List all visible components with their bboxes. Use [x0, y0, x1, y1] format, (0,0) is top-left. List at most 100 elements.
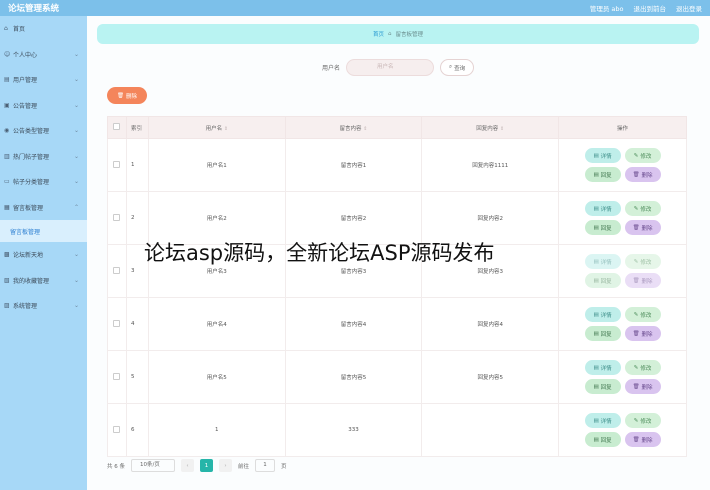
doc-icon: ▤	[593, 205, 599, 212]
sidebar-item-label: 帖子分类管理	[13, 179, 50, 187]
cell-username: 用户名1	[147, 138, 286, 192]
row-checkbox-cell	[107, 138, 127, 192]
reply-button[interactable]: ▤ 回复	[584, 220, 621, 235]
edit-button[interactable]: ✎ 修改	[624, 201, 661, 216]
reply-icon: ▤	[593, 171, 599, 178]
sidebar-item-profile[interactable]: ☺ 个人中心 ⌄	[0, 42, 87, 68]
prev-page-button[interactable]: ‹	[181, 459, 194, 472]
cell-ops: ▤ 详情 ✎ 修改 ▤ 回复 🗑 删除	[558, 244, 687, 298]
delete-button[interactable]: 🗑 删除	[624, 220, 661, 235]
goto-page-input[interactable]: 1	[255, 459, 276, 472]
table-row: 1 用户名1 留言内容1 回复内容1111 ▤ 详情 ✎ 修改 ▤ 回复 🗑 删除	[107, 138, 687, 192]
pencil-icon: ✎	[633, 152, 639, 159]
detail-button[interactable]: ▤ 详情	[584, 201, 621, 216]
chevron-down-icon: ⌄	[73, 152, 79, 160]
row-checkbox-cell	[107, 191, 127, 245]
reply-button[interactable]: ▤ 回复	[584, 432, 621, 447]
trash-icon: 🗑	[632, 171, 640, 178]
delete-button[interactable]: 🗑 删除	[624, 167, 661, 182]
message-table: 索引 用户名 ⇕ 留言内容 ⇕ 回复内容 ⇕ 操作 1 用户名1 留言内容1 回…	[107, 116, 687, 457]
delete-button[interactable]: 🗑 删除	[624, 432, 661, 447]
breadcrumb: 首页 ⌂ 留言板管理	[97, 24, 699, 44]
reply-icon: ▤	[593, 330, 599, 337]
sidebar: ⌂ 首页 ☺ 个人中心 ⌄ ▤ 用户管理 ⌄ ▣ 公告管理 ⌄ ◉ 公告类型管理…	[0, 16, 87, 490]
sidebar-item-label: 个人中心	[13, 51, 38, 59]
reply-button[interactable]: ▤ 回复	[584, 379, 621, 394]
app-title: 论坛管理系统	[8, 4, 60, 14]
chevron-right-icon: ›	[224, 462, 227, 469]
sidebar-item-message-board[interactable]: ▦ 留言板管理 ⌃	[0, 195, 87, 221]
search-input[interactable]: 用户名	[346, 59, 435, 76]
row-checkbox[interactable]	[113, 160, 121, 168]
pencil-icon: ✎	[633, 311, 639, 318]
page-unit: 页	[281, 463, 287, 470]
reply-button[interactable]: ▤ 回复	[584, 273, 621, 288]
detail-button[interactable]: ▤ 详情	[584, 413, 621, 428]
row-checkbox[interactable]	[113, 425, 121, 433]
edit-button[interactable]: ✎ 修改	[624, 307, 661, 322]
breadcrumb-home[interactable]: 首页	[373, 30, 384, 38]
delete-button[interactable]: 🗑 删除	[624, 379, 661, 394]
sidebar-item-users[interactable]: ▤ 用户管理 ⌄	[0, 67, 87, 93]
header-username[interactable]: 用户名 ⇕	[147, 116, 286, 139]
edit-button[interactable]: ✎ 修改	[624, 360, 661, 375]
cell-message: 留言内容1	[284, 138, 423, 192]
back-to-front-link[interactable]: 退出到前台	[634, 3, 667, 13]
chevron-down-icon: ⌄	[73, 76, 79, 84]
sort-icon[interactable]: ⇕	[363, 126, 367, 132]
sort-icon[interactable]: ⇕	[224, 126, 228, 132]
sidebar-item-notices[interactable]: ▣ 公告管理 ⌄	[0, 93, 87, 119]
row-checkbox[interactable]	[113, 213, 121, 221]
select-all-checkbox[interactable]	[113, 123, 121, 130]
sidebar-item-home[interactable]: ⌂ 首页	[0, 16, 87, 42]
next-page-button[interactable]: ›	[219, 459, 232, 472]
sidebar-item-hot-posts[interactable]: ▥ 热门帖子管理 ⌄	[0, 144, 87, 170]
row-checkbox[interactable]	[113, 372, 121, 380]
search-bar: 用户名 用户名 ⌕ 查询	[322, 59, 475, 76]
sidebar-item-favorites[interactable]: ▧ 我的收藏管理 ⌄	[0, 268, 87, 294]
trash-icon: 🗑	[632, 436, 640, 443]
batch-delete-button[interactable]: 🗑 删除	[107, 87, 147, 104]
forum-icon: ▩	[4, 251, 10, 259]
cell-ops: ▤ 详情 ✎ 修改 ▤ 回复 🗑 删除	[558, 138, 687, 192]
chevron-left-icon: ‹	[186, 462, 189, 469]
edit-button[interactable]: ✎ 修改	[624, 254, 661, 269]
edit-button[interactable]: ✎ 修改	[624, 148, 661, 163]
detail-button[interactable]: ▤ 详情	[584, 307, 621, 322]
header-message[interactable]: 留言内容 ⇕	[284, 116, 423, 139]
row-checkbox[interactable]	[113, 266, 121, 274]
chevron-down-icon: ⌄	[73, 50, 79, 58]
delete-button[interactable]: 🗑 删除	[624, 273, 661, 288]
reply-button[interactable]: ▤ 回复	[584, 326, 621, 341]
detail-button[interactable]: ▤ 详情	[584, 148, 621, 163]
top-bar-actions: 管理员 abo 退出到前台 退出登录	[590, 3, 702, 13]
row-checkbox[interactable]	[113, 319, 121, 327]
sidebar-item-label: 我的收藏管理	[13, 277, 50, 285]
sort-icon[interactable]: ⇕	[500, 126, 504, 132]
doc-icon: ▤	[593, 152, 599, 159]
edit-button[interactable]: ✎ 修改	[624, 413, 661, 428]
detail-button[interactable]: ▤ 详情	[584, 360, 621, 375]
reply-button[interactable]: ▤ 回复	[584, 167, 621, 182]
page-number-button[interactable]: 1	[200, 459, 213, 472]
cell-index: 5	[125, 350, 149, 404]
sidebar-item-system[interactable]: ▨ 系统管理 ⌄	[0, 293, 87, 319]
header-reply[interactable]: 回复内容 ⇕	[421, 116, 560, 139]
header-index: 索引	[125, 116, 149, 139]
sidebar-item-forum[interactable]: ▩ 论坛新天地 ⌄	[0, 242, 87, 268]
notice-icon: ▣	[4, 101, 10, 109]
search-button[interactable]: ⌕ 查询	[440, 59, 475, 76]
delete-button[interactable]: 🗑 删除	[624, 326, 661, 341]
chevron-down-icon: ⌄	[73, 178, 79, 186]
detail-button[interactable]: ▤ 详情	[584, 254, 621, 269]
sidebar-item-post-categories[interactable]: ▭ 帖子分类管理 ⌄	[0, 169, 87, 195]
sidebar-subitem-message-board[interactable]: 留言板管理	[0, 220, 87, 242]
trash-icon: 🗑	[632, 277, 640, 284]
cell-message: 留言内容4	[284, 297, 423, 351]
logout-link[interactable]: 退出登录	[676, 3, 702, 13]
page-size-select[interactable]: 10条/页	[131, 459, 175, 472]
sidebar-item-label: 首页	[13, 26, 26, 34]
trash-icon: 🗑	[632, 383, 640, 390]
sidebar-item-notice-types[interactable]: ◉ 公告类型管理 ⌄	[0, 118, 87, 144]
sidebar-item-label: 留言板管理	[10, 228, 41, 236]
